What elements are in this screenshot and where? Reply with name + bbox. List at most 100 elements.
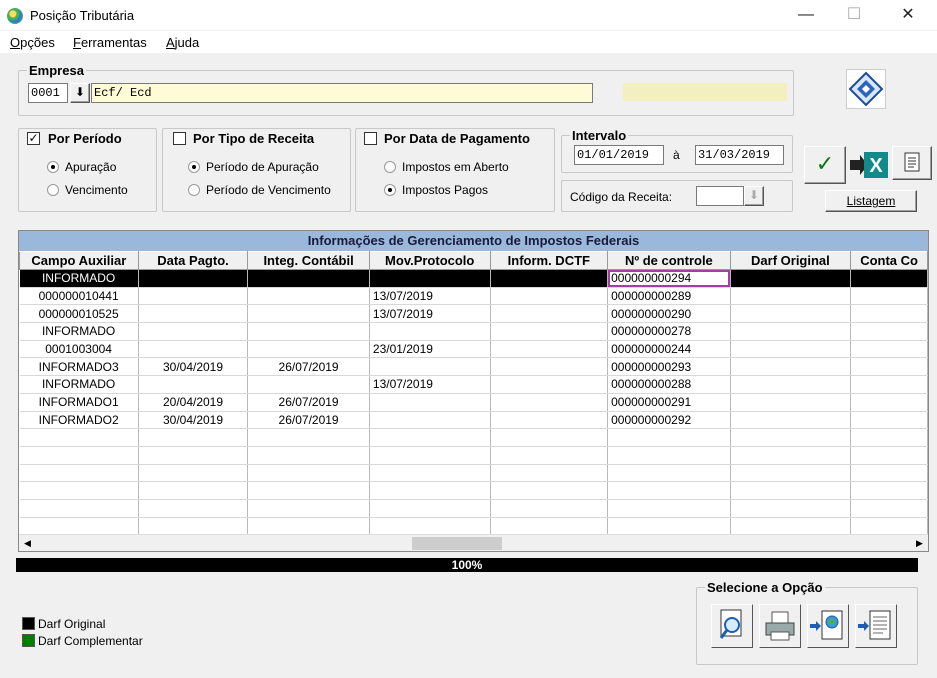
close-button[interactable]: ✕ (885, 0, 931, 30)
table-cell[interactable] (369, 269, 491, 288)
table-cell[interactable]: 000000000290 (607, 304, 731, 324)
table-cell[interactable] (730, 411, 852, 430)
table-cell[interactable] (490, 340, 609, 359)
menu-opcoes[interactable]: Opções (10, 35, 55, 50)
table-cell[interactable] (247, 322, 370, 341)
table-cell[interactable] (247, 499, 370, 518)
table-cell[interactable] (730, 481, 852, 500)
table-cell[interactable]: 30/04/2019 (138, 411, 249, 430)
table-cell[interactable] (490, 357, 609, 377)
table-cell[interactable] (607, 481, 731, 500)
table-row[interactable]: INFORMADO2 30/04/2019 26/07/2019 0000000002… (19, 411, 928, 430)
table-cell[interactable]: INFORMADO (19, 322, 139, 341)
empresa-name-field[interactable]: Ecf/ Ecd (91, 83, 593, 103)
table-cell[interactable]: 000000010525 (19, 304, 139, 324)
table-cell[interactable] (138, 340, 249, 359)
column-header[interactable]: Integ. Contábil (247, 251, 370, 270)
empty-row[interactable] (19, 464, 928, 483)
table-cell[interactable]: INFORMADO (19, 375, 139, 394)
empty-row[interactable] (19, 446, 928, 465)
table-cell[interactable] (247, 269, 370, 288)
table-cell[interactable] (369, 446, 491, 465)
table-cell[interactable] (247, 481, 370, 500)
table-cell[interactable] (850, 304, 928, 324)
table-cell[interactable] (730, 269, 852, 288)
table-cell[interactable] (730, 464, 852, 483)
table-cell[interactable] (850, 393, 928, 412)
intervalo-end-field[interactable]: 31/03/2019 (695, 145, 784, 165)
table-cell[interactable] (247, 464, 370, 483)
table-cell[interactable] (730, 393, 852, 412)
table-cell[interactable]: 000000000244 (607, 340, 731, 359)
preview-button[interactable] (711, 604, 753, 648)
scroll-left-icon[interactable]: ◀ (19, 535, 36, 551)
table-cell[interactable] (19, 517, 139, 536)
table-cell[interactable] (850, 287, 928, 306)
table-cell[interactable] (490, 269, 609, 288)
table-cell[interactable] (138, 322, 249, 341)
table-cell[interactable] (138, 269, 249, 288)
table-cell[interactable] (490, 322, 609, 341)
table-cell[interactable] (138, 481, 249, 500)
menu-ajuda[interactable]: Ajuda (166, 35, 199, 50)
table-cell[interactable] (369, 322, 491, 341)
table-cell[interactable] (850, 481, 928, 500)
empty-row[interactable] (19, 517, 928, 536)
empresa-code-field[interactable]: 0001 (28, 83, 68, 103)
data-pagamento-checkbox[interactable] (364, 132, 377, 145)
document-button[interactable] (892, 146, 932, 180)
periodo-checkbox[interactable]: ✓ (27, 132, 40, 145)
table-cell[interactable]: 000000000293 (607, 357, 731, 377)
table-cell[interactable] (730, 428, 852, 447)
impostos-aberto-radio[interactable] (384, 161, 396, 173)
apuracao-radio[interactable] (47, 161, 59, 173)
column-header[interactable]: Mov.Protocolo (368, 251, 491, 270)
table-cell[interactable]: INFORMADO2 (19, 411, 139, 430)
text-export-button[interactable] (855, 604, 897, 648)
table-cell[interactable] (138, 446, 249, 465)
confirm-button[interactable]: ✓ (804, 146, 846, 184)
table-cell[interactable] (730, 446, 852, 465)
table-cell[interactable]: 23/01/2019 (369, 340, 491, 359)
table-cell[interactable] (138, 304, 249, 324)
table-cell[interactable] (490, 304, 609, 324)
empty-row[interactable] (19, 428, 928, 447)
table-row[interactable]: 000000010525 13/07/2019 000000000290 (19, 304, 928, 324)
table-cell[interactable]: 0001003004 (19, 340, 139, 359)
table-cell[interactable] (490, 499, 609, 518)
table-cell[interactable] (19, 481, 139, 500)
table-row[interactable]: INFORMADO 000000000278 (19, 322, 928, 341)
table-cell[interactable] (607, 517, 731, 536)
table-cell[interactable] (490, 517, 609, 536)
table-cell[interactable]: 20/04/2019 (138, 393, 249, 412)
column-header[interactable]: Nº de controle (607, 251, 731, 270)
table-cell[interactable] (490, 287, 609, 306)
table-cell[interactable] (850, 464, 928, 483)
table-cell[interactable] (19, 446, 139, 465)
table-cell[interactable] (850, 517, 928, 536)
table-cell[interactable] (490, 393, 609, 412)
scroll-right-icon[interactable]: ▶ (911, 535, 928, 551)
empresa-lookup-button[interactable]: ⬇ (70, 83, 90, 103)
periodo-vencimento-radio[interactable] (188, 184, 200, 196)
table-cell[interactable] (730, 357, 852, 377)
table-cell[interactable] (369, 393, 491, 412)
table-cell[interactable] (369, 499, 491, 518)
table-cell[interactable] (490, 375, 609, 394)
table-cell[interactable]: 26/07/2019 (247, 393, 370, 412)
table-cell[interactable] (730, 287, 852, 306)
table-cell[interactable] (369, 411, 491, 430)
table-cell[interactable] (247, 375, 370, 394)
table-cell[interactable]: 000000000288 (607, 375, 731, 394)
table-cell[interactable] (607, 499, 731, 518)
table-row[interactable]: INFORMADO3 30/04/2019 26/07/2019 0000000002… (19, 357, 928, 377)
table-cell[interactable] (490, 411, 609, 430)
column-header[interactable]: Darf Original (729, 251, 852, 270)
table-cell[interactable]: 000000010441 (19, 287, 139, 306)
table-row[interactable]: 0001003004 23/01/2019 000000000244 (19, 340, 928, 359)
export-excel-button[interactable]: X (848, 146, 890, 184)
menu-ferramentas[interactable]: Ferramentas (73, 35, 147, 50)
column-header[interactable]: Campo Auxiliar (19, 251, 139, 270)
table-cell[interactable]: 13/07/2019 (369, 375, 491, 394)
impostos-pagos-radio[interactable] (384, 184, 396, 196)
